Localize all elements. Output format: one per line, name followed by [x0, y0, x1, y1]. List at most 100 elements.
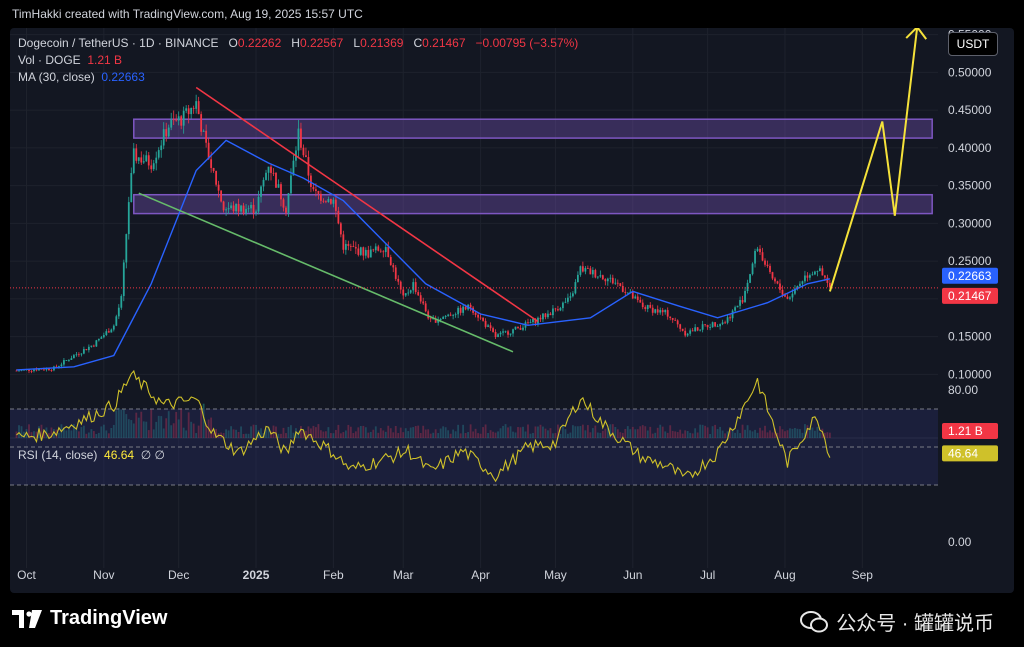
candle-body — [601, 275, 604, 280]
y-tick-label: 0.35000 — [948, 179, 992, 193]
candle-body — [165, 129, 168, 137]
candle-body — [407, 292, 410, 294]
candle-body — [347, 243, 350, 246]
candle-body — [681, 328, 684, 331]
candle-body — [469, 304, 472, 308]
candle-body — [142, 161, 145, 163]
candle-body — [160, 145, 163, 151]
candle-body — [529, 322, 532, 324]
candle-body — [823, 275, 826, 278]
last-price-tag: 0.21467 — [948, 289, 992, 303]
candle-body — [117, 307, 120, 317]
candle-body — [339, 223, 342, 235]
candle-body — [509, 333, 512, 335]
currency-button[interactable]: USDT — [948, 32, 998, 56]
candle-body — [397, 278, 400, 282]
candle-body — [621, 285, 624, 292]
candle-body — [200, 114, 203, 132]
candle-body — [305, 155, 307, 158]
candle-body — [714, 322, 717, 327]
projection-path — [828, 28, 919, 292]
candle-body — [107, 331, 110, 333]
candle-body — [751, 263, 754, 275]
candle-body — [362, 247, 365, 256]
candle-body — [614, 282, 617, 284]
candle-body — [225, 209, 227, 211]
candle-body — [337, 210, 340, 224]
candle-body — [287, 193, 290, 213]
candle-body — [220, 190, 223, 202]
candle-body — [514, 326, 517, 330]
candle-body — [504, 331, 507, 333]
candle-body — [581, 266, 584, 272]
candle-body — [709, 327, 712, 328]
candle-body — [329, 199, 332, 204]
candle-body — [542, 313, 544, 320]
candle-body — [257, 196, 260, 212]
candle-body — [97, 338, 100, 341]
candle-body — [699, 329, 702, 331]
candle-body — [547, 313, 549, 318]
candle-body — [217, 184, 220, 191]
candle-body — [162, 129, 165, 146]
candle-body — [344, 243, 347, 250]
high-value: 0.22567 — [299, 36, 344, 50]
chart-svg[interactable]: 0.550000.500000.450000.400000.350000.300… — [10, 28, 1014, 593]
candle-body — [75, 354, 78, 356]
candle-body — [332, 199, 335, 204]
candle-body — [769, 265, 771, 273]
candle-body — [172, 119, 175, 121]
candle-body — [464, 306, 467, 310]
candle-body — [377, 246, 380, 251]
candle-body — [185, 108, 188, 111]
candle-body — [417, 292, 420, 296]
x-tick-label: Feb — [323, 568, 344, 582]
x-tick-label: Aug — [774, 568, 795, 582]
candle-body — [741, 300, 744, 303]
candle-body — [679, 324, 682, 329]
ma-legend: MA (30, close) 0.22663 — [18, 70, 145, 84]
candle-body — [250, 204, 252, 209]
candle-body — [175, 119, 178, 121]
candle-body — [676, 320, 679, 325]
rsi-pane — [10, 369, 938, 486]
candle-body — [73, 355, 75, 359]
candle-body — [606, 278, 609, 282]
ma-price-tag: 0.22663 — [948, 269, 992, 283]
open-label: O — [228, 36, 238, 50]
volume-value: 1.21 B — [87, 53, 123, 67]
candle-body — [152, 163, 155, 170]
candle-body — [68, 360, 70, 361]
candle-body — [50, 370, 53, 371]
grid — [10, 28, 938, 568]
candle-body — [290, 175, 292, 194]
candle-body — [527, 322, 529, 324]
candle-body — [619, 283, 622, 286]
candle-body — [589, 268, 592, 275]
candle-body — [100, 337, 103, 339]
candle-body — [644, 307, 647, 309]
rsi-visibility-icons[interactable]: ∅ ∅ — [141, 448, 165, 462]
candle-body — [222, 201, 225, 211]
rsi-tick-label: 80.00 — [948, 383, 978, 397]
candle-body — [706, 324, 709, 328]
candle-body — [686, 333, 689, 336]
candle-body — [821, 268, 824, 276]
candle-body — [761, 252, 764, 261]
candle-body — [641, 302, 644, 308]
candle-body — [419, 295, 422, 302]
candle-body — [512, 329, 514, 334]
candle-body — [82, 349, 85, 354]
candle-body — [135, 148, 138, 161]
tradingview-icon — [12, 609, 42, 628]
candle-body — [497, 334, 499, 338]
candle-body — [247, 208, 250, 210]
candle-body — [424, 303, 427, 312]
candle-body — [260, 186, 262, 197]
candle-body — [572, 293, 574, 297]
wechat-watermark: 公众号 · 罐罐说币 — [800, 607, 994, 636]
candle-body — [63, 360, 65, 365]
chart-panel[interactable]: 0.550000.500000.450000.400000.350000.300… — [10, 28, 1014, 593]
candle-body — [704, 324, 707, 326]
x-tick-label: Jun — [623, 568, 642, 582]
